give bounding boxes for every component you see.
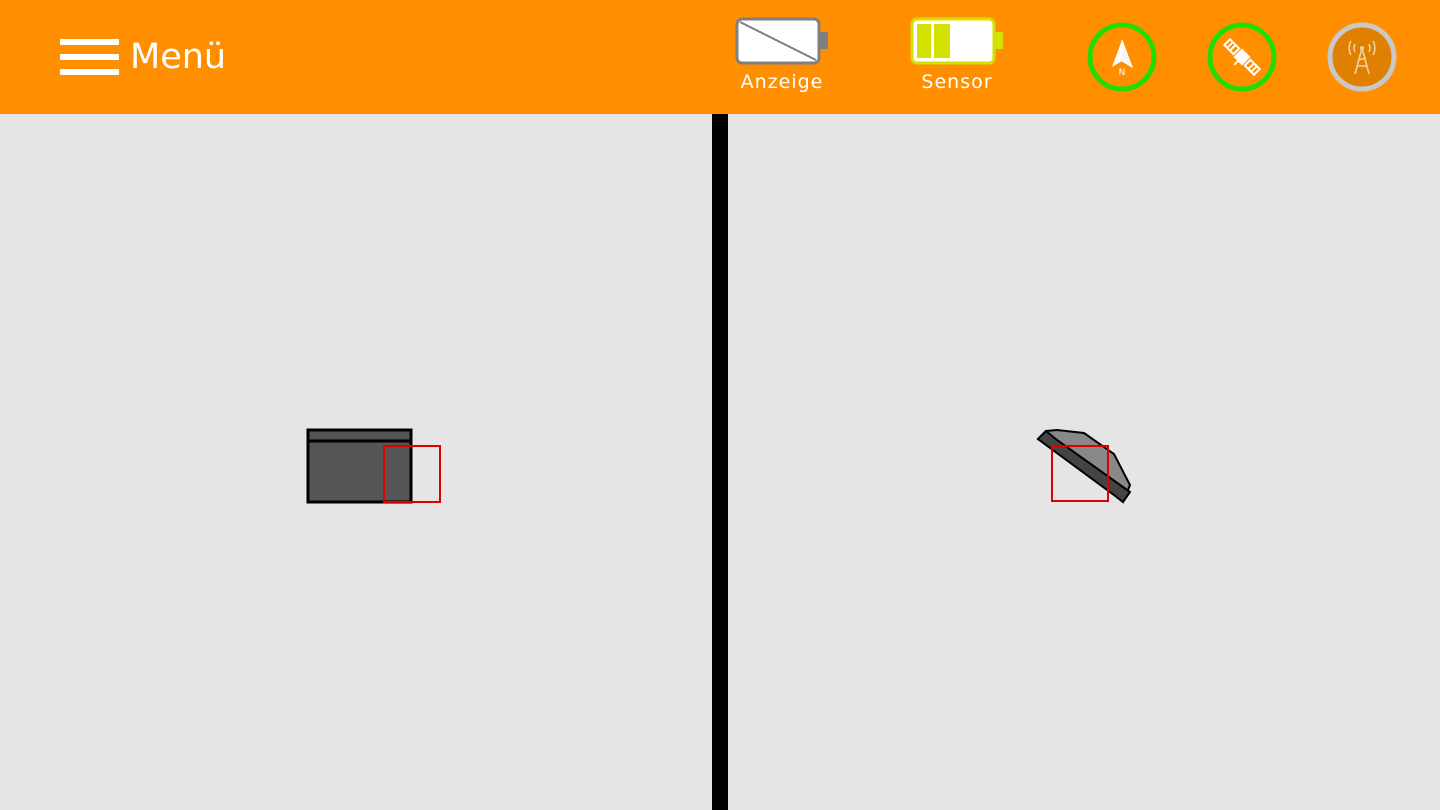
- satellite-status-button[interactable]: [1207, 22, 1277, 92]
- machine-side-shape: [306, 428, 413, 504]
- side-view-panel: [0, 114, 712, 810]
- compass-n-label: N: [1119, 68, 1126, 78]
- sensor-battery-label: Sensor: [921, 71, 993, 93]
- view-divider: [712, 114, 728, 810]
- radio-status-button[interactable]: [1327, 22, 1397, 92]
- menu-button[interactable]: Menü: [60, 36, 226, 78]
- top-view-panel: [728, 114, 1440, 810]
- sensor-battery-indicator: Sensor: [897, 16, 1017, 102]
- half-battery-icon: [910, 17, 1003, 65]
- top-bar: Menü Anzeige Sensor N: [0, 0, 1440, 114]
- satellite-icon: [1207, 22, 1277, 92]
- display-battery-indicator: Anzeige: [722, 16, 842, 102]
- empty-battery-icon: [735, 17, 828, 65]
- menu-label: Menü: [130, 37, 227, 77]
- compass-north-icon: N: [1087, 22, 1157, 92]
- top-view-canvas: [1036, 428, 1132, 504]
- hamburger-icon: [60, 37, 119, 77]
- radio-tower-icon: [1327, 22, 1397, 92]
- compass-status-button[interactable]: N: [1087, 22, 1157, 92]
- display-battery-label: Anzeige: [740, 71, 824, 93]
- side-view-canvas: [306, 428, 441, 504]
